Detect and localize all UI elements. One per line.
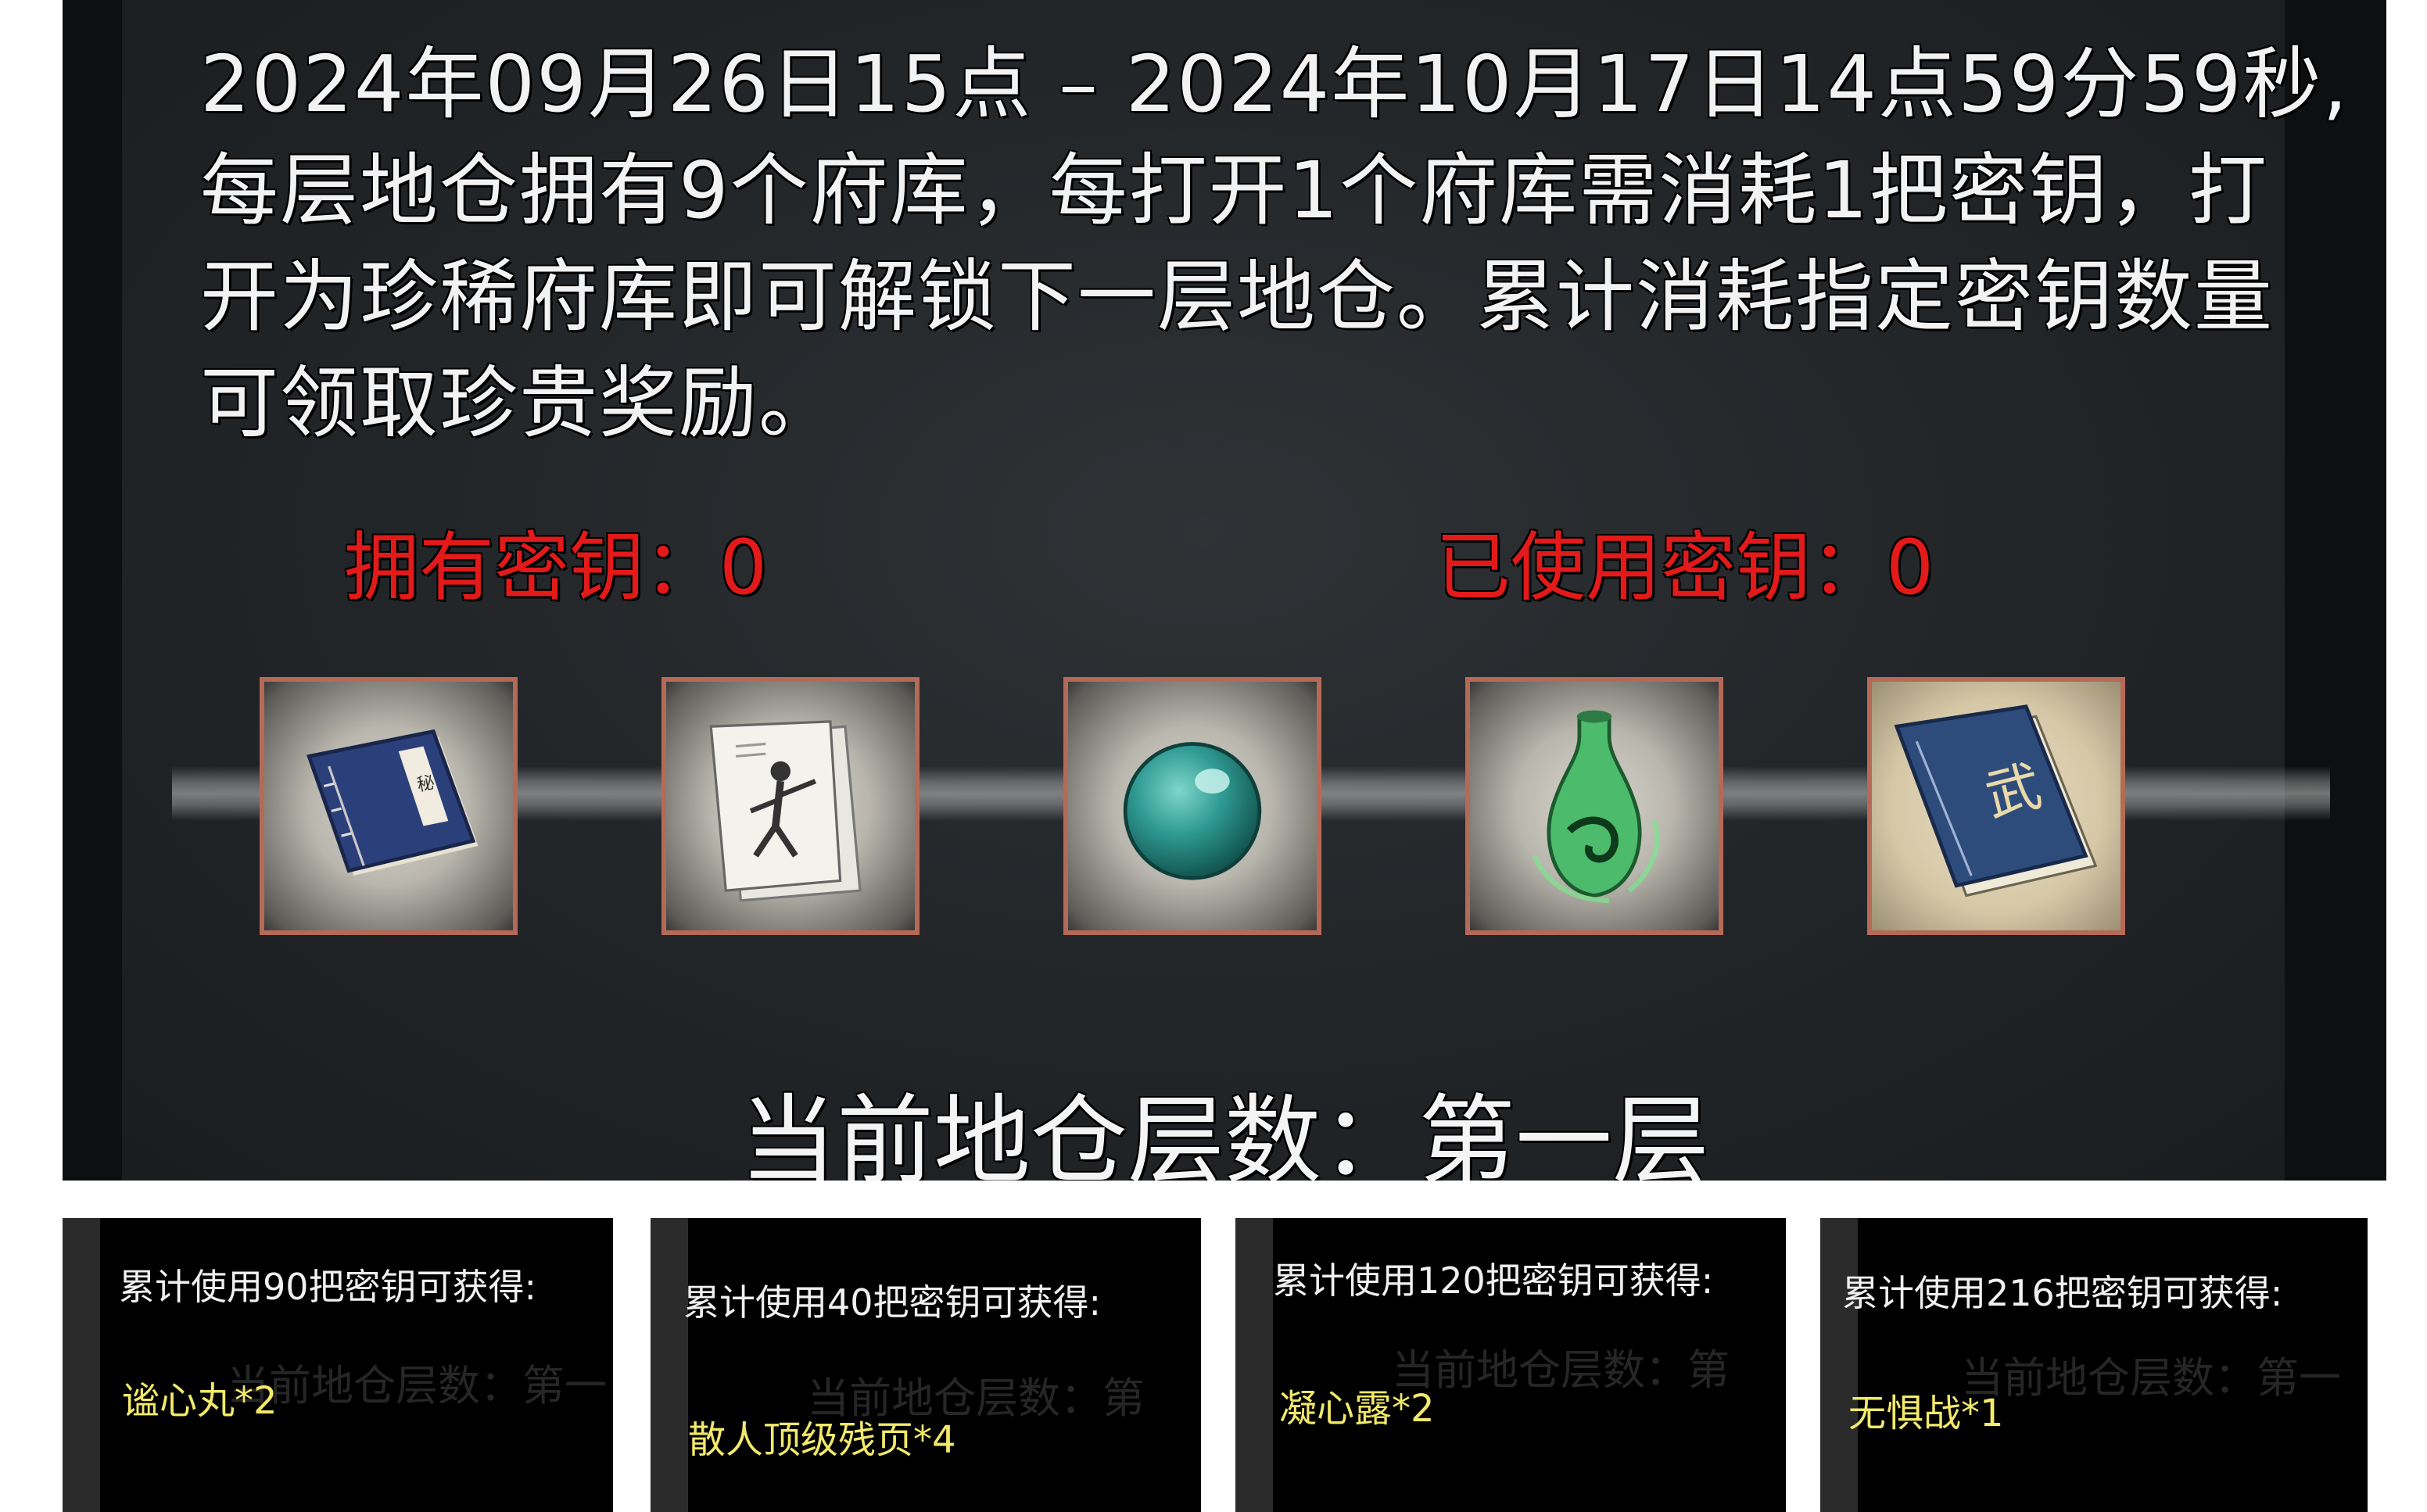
current-floor-label: 当前地仓层数： <box>739 1085 1418 1181</box>
green-potion-vase-icon <box>1532 710 1660 904</box>
card-edge <box>63 1218 100 1512</box>
milestone-card: 当前地仓层数：第 累计使用120把密钥可获得: 凝心露*2 <box>1235 1218 1786 1512</box>
milestone-title: 累计使用40把密钥可获得: <box>683 1281 1102 1324</box>
description-line: 每层地仓拥有9个府库，每打开1个府库需消耗1把密钥，打 <box>200 145 2268 236</box>
keys-used-label: 已使用密钥： <box>1436 524 1886 611</box>
card-edge <box>1820 1218 1858 1512</box>
event-panel: 2024年09月26日15点 – 2024年10月17日14点59分59秒, 每… <box>63 0 2386 1181</box>
event-description: 2024年09月26日15点 – 2024年10月17日14点59分59秒, 每… <box>200 31 2350 457</box>
keys-owned-value: 0 <box>719 524 768 611</box>
description-line: 可领取珍贵奖励。 <box>200 357 838 449</box>
keys-used-counter: 已使用密钥：0 <box>1436 507 1934 615</box>
milestone-card: 当前地仓层数：第一 累计使用216把密钥可获得: 无惧战*1 <box>1820 1218 2368 1512</box>
card-ghost-text: 当前地仓层数：第 <box>1392 1345 1730 1395</box>
reward-slot[interactable]: 武 <box>1867 677 2125 935</box>
milestone-reward: 凝心露*2 <box>1279 1387 1435 1431</box>
reward-slot[interactable]: 秘 <box>260 677 518 935</box>
description-line: 开为珍稀府库即可解锁下一层地仓。累计消耗指定密钥数量 <box>200 251 2274 342</box>
milestone-title: 累计使用216把密钥可获得: <box>1842 1272 2283 1314</box>
keys-used-value: 0 <box>1886 524 1934 611</box>
reward-slot[interactable] <box>1465 677 1723 935</box>
card-edge <box>651 1218 688 1512</box>
reward-slot[interactable] <box>661 677 920 935</box>
card-edge <box>1235 1218 1273 1512</box>
milestone-reward: 谧心丸*2 <box>122 1379 278 1423</box>
martial-pages-icon <box>709 720 862 902</box>
milestone-card: 当前地仓层数：第 累计使用40把密钥可获得: 散人顶级残页*4 <box>651 1218 1201 1512</box>
blue-book-icon: 秘 <box>307 729 479 876</box>
milestone-reward: 散人顶级残页*4 <box>688 1418 956 1462</box>
description-line: 2024年09月26日15点 – 2024年10月17日14点59分59秒, <box>200 38 2350 130</box>
wu-manual-icon: 武 <box>1894 704 2098 898</box>
milestone-card: 当前地仓层数：第一 累计使用90把密钥可获得: 谧心丸*2 <box>63 1218 613 1512</box>
current-floor-indicator: 当前地仓层数：第一层 <box>63 1062 2386 1181</box>
current-floor-value: 第一层 <box>1418 1085 1710 1181</box>
milestone-reward: 无惧战*1 <box>1848 1392 2004 1435</box>
keys-owned-label: 拥有密钥： <box>344 524 719 611</box>
milestone-title: 累计使用120把密钥可获得: <box>1273 1259 1714 1302</box>
reward-slot[interactable] <box>1063 677 1321 935</box>
jade-orb-icon <box>1123 742 1262 880</box>
milestone-title: 累计使用90把密钥可获得: <box>119 1266 537 1308</box>
card-ghost-text: 当前地仓层数：第一 <box>227 1361 607 1410</box>
keys-owned-counter: 拥有密钥：0 <box>344 507 767 615</box>
card-ghost-text: 当前地仓层数：第一 <box>1961 1353 2341 1403</box>
